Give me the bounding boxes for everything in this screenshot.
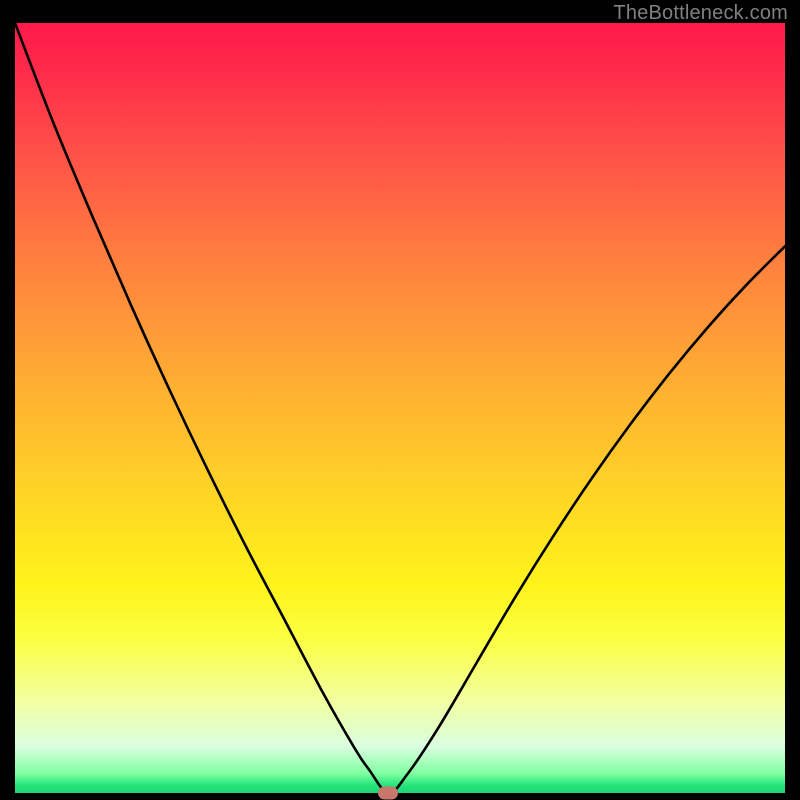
chart-frame <box>15 23 785 793</box>
minimum-marker-icon <box>378 787 398 800</box>
bottleneck-curve <box>15 23 785 793</box>
watermark-text: TheBottleneck.com <box>613 2 788 25</box>
plot-area <box>15 23 785 793</box>
